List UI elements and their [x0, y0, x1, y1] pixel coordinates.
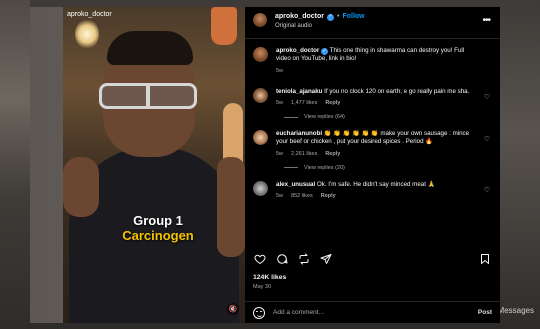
comment-likes[interactable]: 2,261 likes — [291, 151, 317, 157]
author-avatar[interactable] — [253, 13, 267, 27]
post-header: aproko_doctor ✓ • Follow Original audio … — [245, 7, 500, 39]
commenter-avatar[interactable] — [253, 87, 268, 103]
like-heart-icon[interactable] — [253, 252, 267, 266]
feed-left-preview — [0, 0, 30, 329]
view-replies-label: View replies (64) — [304, 114, 345, 121]
add-comment-bar: Post — [245, 301, 500, 323]
audio-label[interactable]: Original audio — [275, 23, 365, 30]
reply-button[interactable]: Reply — [325, 100, 340, 106]
comment-text: Ok. I'm safe. He didn't say minced meat … — [316, 180, 436, 188]
verified-badge-icon: ✓ — [327, 13, 335, 21]
commenter-avatar[interactable] — [253, 180, 268, 196]
caption-item: aproko_doctor ✓ This one thing in shawar… — [253, 47, 492, 74]
view-replies-button[interactable]: View replies (20) — [284, 165, 492, 171]
share-send-icon[interactable] — [319, 252, 333, 266]
bookmark-save-icon[interactable] — [478, 252, 492, 266]
heart-icon[interactable]: ♡ — [484, 93, 490, 101]
comments-list[interactable]: aproko_doctor ✓ This one thing in shawar… — [245, 39, 500, 199]
divider-line — [284, 167, 298, 169]
video-caption-line1: Group 1 — [133, 213, 183, 228]
view-replies-button[interactable]: View replies (64) — [284, 114, 492, 120]
person-right-hand — [217, 157, 245, 257]
comment-item: teniola_ajanaku If you no clock 120 on e… — [253, 87, 492, 106]
video-caption: Group 1 Carcinogen — [113, 213, 203, 243]
author-avatar[interactable] — [253, 47, 268, 62]
feed-top-strip — [30, 0, 500, 7]
lamp-light — [75, 19, 99, 49]
mute-toggle-icon[interactable]: 🔇 — [227, 303, 239, 315]
add-comment-input[interactable] — [273, 309, 478, 316]
comment-time[interactable]: 5w — [276, 151, 283, 157]
more-options-icon[interactable]: ••• — [482, 15, 490, 26]
orange-vase — [211, 7, 237, 45]
caption-username[interactable]: aproko_doctor — [276, 47, 319, 54]
feed-right-preview — [500, 0, 540, 329]
post-actions — [253, 252, 492, 266]
emoji-smiley-icon[interactable] — [253, 306, 265, 319]
comment-likes[interactable]: 1,477 likes — [291, 100, 317, 106]
commenter-avatar[interactable] — [253, 130, 268, 146]
likes-count[interactable]: 124K likes — [253, 274, 286, 281]
dot-separator: • — [337, 13, 340, 20]
view-replies-label: View replies (20) — [304, 164, 345, 171]
video-caption-line2: Carcinogen — [122, 228, 194, 243]
comment-username[interactable]: teniola_ajanaku — [276, 88, 322, 95]
person-left-hand — [63, 157, 99, 217]
post-side-panel: aproko_doctor ✓ • Follow Original audio … — [245, 7, 500, 323]
video-overlay-username: aproko_doctor — [67, 11, 112, 18]
comment-likes[interactable]: 852 likes — [291, 193, 313, 199]
comment-username[interactable]: alex_unusual — [276, 181, 315, 188]
author-username[interactable]: aproko_doctor — [275, 13, 324, 21]
post-video[interactable]: aproko_doctor Group 1 Carcinogen 🔇 — [63, 7, 245, 323]
comment-item: eucharianunobi 👏 👏 👏 👏 👏 👏 make your own… — [253, 130, 492, 157]
comment-bubble-icon[interactable] — [275, 252, 289, 266]
comment-time[interactable]: 5w — [276, 100, 283, 106]
comment-text: If you no clock 120 on earth, e go reall… — [324, 87, 470, 95]
comment-item: alex_unusual Ok. I'm safe. He didn't say… — [253, 180, 492, 199]
comment-username[interactable]: eucharianunobi — [276, 130, 322, 137]
comment-time[interactable]: 5w — [276, 193, 283, 199]
person-glasses — [99, 83, 197, 109]
reply-button[interactable]: Reply — [325, 151, 340, 157]
caption-time[interactable]: 5w — [276, 68, 283, 74]
person-hair — [107, 31, 193, 65]
reply-button[interactable]: Reply — [321, 193, 336, 199]
follow-button[interactable]: Follow — [342, 13, 364, 21]
verified-badge-icon: ✓ — [321, 47, 329, 55]
heart-icon[interactable]: ♡ — [484, 135, 490, 143]
divider-line — [284, 116, 298, 118]
heart-icon[interactable]: ♡ — [484, 186, 490, 194]
feed-bottom-strip — [30, 323, 500, 329]
repost-icon[interactable] — [297, 252, 311, 266]
post-comment-button[interactable]: Post — [478, 309, 492, 316]
messages-button[interactable]: Messages — [498, 306, 534, 315]
post-date[interactable]: May 30 — [253, 284, 271, 290]
post-modal: aproko_doctor Group 1 Carcinogen 🔇 aprok… — [63, 7, 500, 323]
